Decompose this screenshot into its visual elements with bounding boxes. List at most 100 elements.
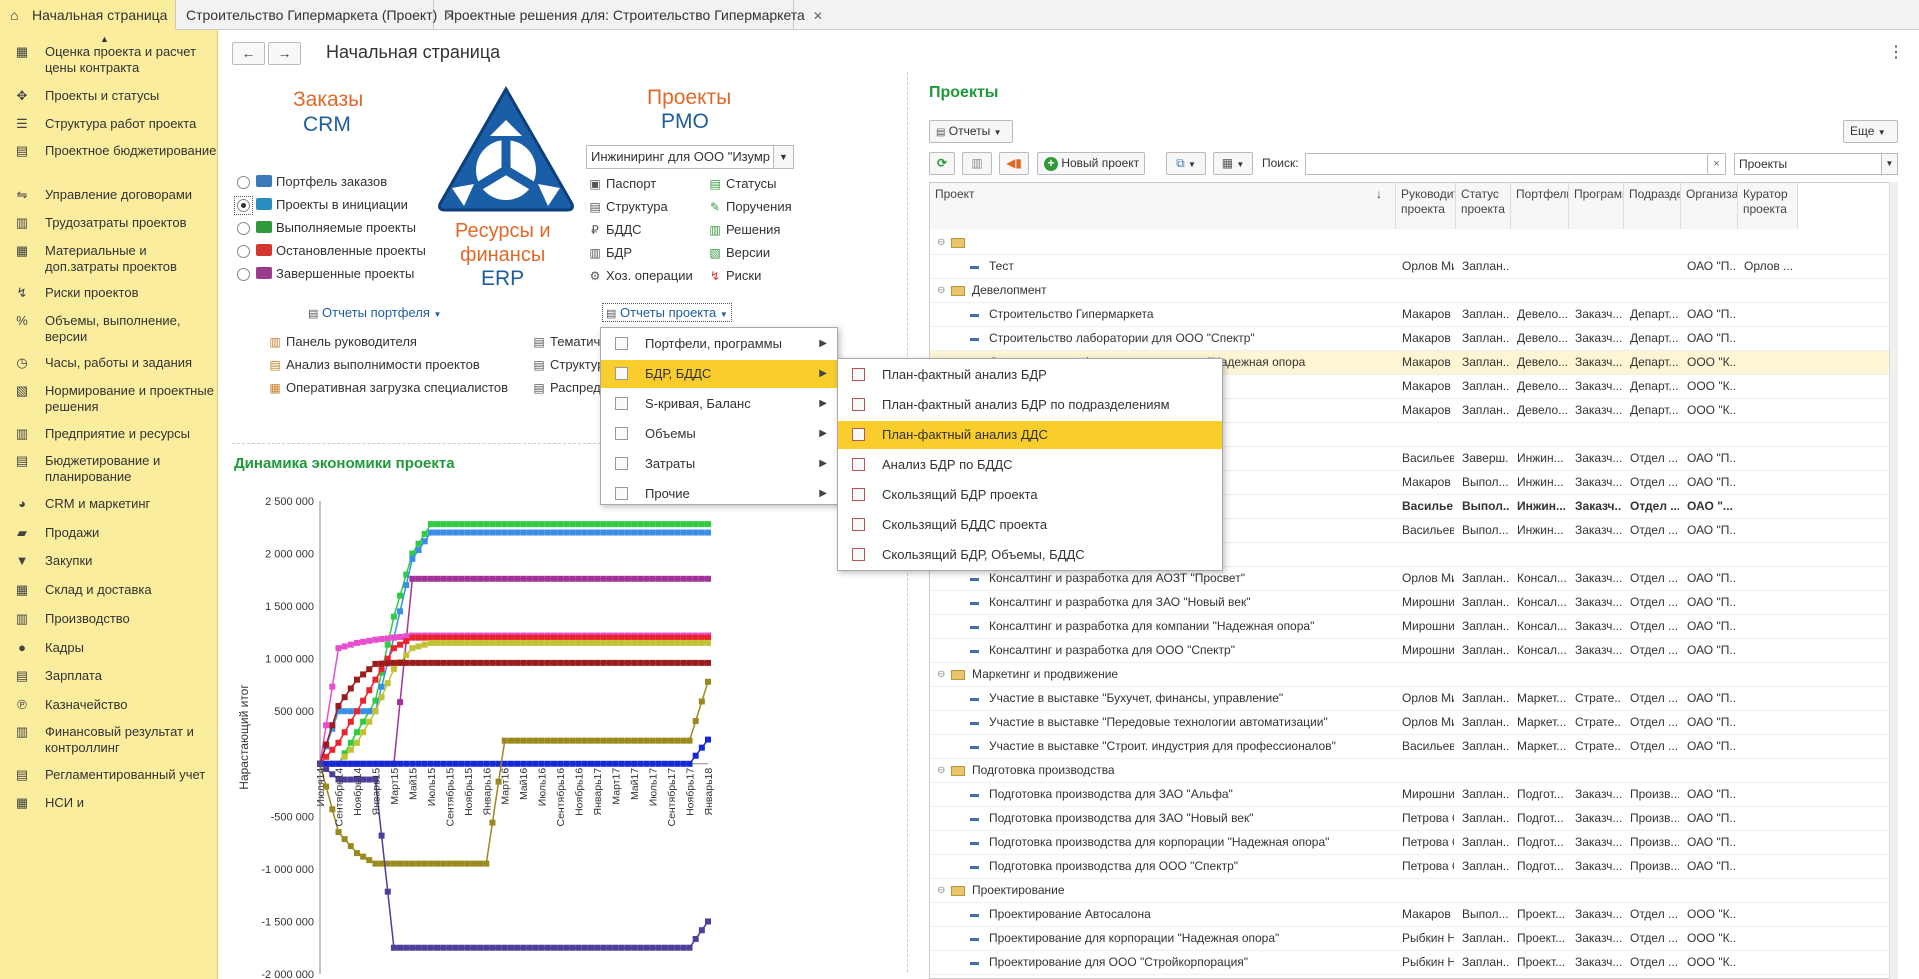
- chevron-down-icon[interactable]: ▼: [1882, 153, 1898, 175]
- table-row[interactable]: Подготовка производства для ЗАО "Новый в…: [930, 807, 1897, 831]
- column-header[interactable]: Портфель: [1511, 183, 1569, 229]
- sidebar-item-17[interactable]: ▦ Склад и доставка: [0, 582, 217, 598]
- sidebar-item-3[interactable]: ☰ Структура работ проекта: [0, 116, 217, 132]
- table-row[interactable]: Проектирование для ООО "Стройкорпорация"…: [930, 951, 1897, 975]
- sidebar-item-9[interactable]: % Объемы, выполнение, версии: [0, 313, 217, 345]
- table-row[interactable]: Подготовка производства для ООО "Спектр"…: [930, 855, 1897, 879]
- copy-icon[interactable]: ⧉ ▼: [1166, 152, 1206, 175]
- sidebar-item-18[interactable]: ▥ Производство: [0, 611, 217, 627]
- tab-project-solutions[interactable]: Проектные решения для: Строительство Гип…: [434, 0, 823, 30]
- forward-button[interactable]: →: [268, 42, 301, 65]
- sidebar-item-7[interactable]: ▦ Материальные и доп.затраты проектов: [0, 243, 217, 275]
- more-actions-button[interactable]: Еще ▼: [1843, 120, 1898, 143]
- portfolio-radio-label[interactable]: Остановленные проекты: [256, 243, 426, 258]
- project-link[interactable]: ▥ БДР: [588, 245, 632, 260]
- group-row[interactable]: ⊖ Девелопмент: [930, 279, 1897, 303]
- table-row[interactable]: Подготовка производства для ЗАО "Альфа" М…: [930, 783, 1897, 807]
- table-scrollbar[interactable]: [1889, 182, 1898, 979]
- project-link[interactable]: ⚙ Хоз. операции: [588, 268, 693, 283]
- chevron-down-icon[interactable]: ▼: [774, 145, 794, 169]
- column-header[interactable]: Проект: [930, 183, 1396, 229]
- submenu-item[interactable]: Скользящий БДР проекта: [838, 481, 1222, 509]
- portfolio-radio-label[interactable]: Выполняемые проекты: [256, 220, 416, 235]
- sidebar-item-2[interactable]: ✥ Проекты и статусы: [0, 88, 217, 104]
- menu-item[interactable]: Портфели, программы ▶: [601, 330, 837, 358]
- menu-item[interactable]: S-кривая, Баланс ▶: [601, 390, 837, 418]
- close-icon[interactable]: ✕: [813, 9, 823, 23]
- sidebar-item-1[interactable]: ▦ Оценка проекта и расчет цены контракта: [0, 44, 217, 76]
- portfolio-radio-label[interactable]: Проекты в инициации: [256, 197, 408, 212]
- menu-item[interactable]: БДР, БДДС ▶: [601, 360, 837, 388]
- search-input[interactable]: [1305, 153, 1708, 175]
- submenu-item[interactable]: План-фактный анализ ДДС: [838, 421, 1222, 449]
- project-link[interactable]: ✎ Поручения: [708, 199, 792, 214]
- group-row[interactable]: ⊖ Подготовка производства: [930, 759, 1897, 783]
- table-row[interactable]: Участие в выставке "Строит. индустрия дл…: [930, 735, 1897, 759]
- menu-item[interactable]: Объемы ▶: [601, 420, 837, 448]
- table-row[interactable]: Тест Орлов Миха... Заплан... ОАО "П... Орлов…: [930, 255, 1897, 279]
- sidebar-item-19[interactable]: ● Кадры: [0, 640, 217, 656]
- column-header[interactable]: Подразделение: [1624, 183, 1681, 229]
- project-link[interactable]: ▤ Статусы: [708, 176, 776, 191]
- more-icon[interactable]: ⋮: [1888, 42, 1904, 62]
- portfolio-radio-label[interactable]: Портфель заказов: [256, 174, 387, 189]
- radio-button[interactable]: [237, 222, 250, 235]
- project-link[interactable]: ↯ Риски: [708, 268, 761, 283]
- sidebar-item-13[interactable]: ▤ Бюджетирование и планирование: [0, 453, 217, 485]
- project-link[interactable]: ▥ Решения: [708, 222, 780, 237]
- radio-button[interactable]: [237, 245, 250, 258]
- list-view-icon[interactable]: ▥: [962, 152, 992, 175]
- project-link[interactable]: ▧ Версии: [708, 245, 770, 260]
- project-link[interactable]: ▣ Паспорт: [588, 176, 656, 191]
- column-header[interactable]: Организация: [1681, 183, 1738, 229]
- project-report-link[interactable]: ▤ Тематич: [532, 334, 600, 349]
- column-header[interactable]: Руководитель проекта: [1396, 183, 1456, 229]
- menu-item[interactable]: Прочие ▶: [601, 480, 837, 508]
- scroll-up-icon[interactable]: ▲: [100, 34, 109, 44]
- portfolio-link[interactable]: ▤ Анализ выполнимости проектов: [268, 357, 479, 372]
- portfolio-link[interactable]: ▥ Панель руководителя: [268, 334, 417, 349]
- table-row[interactable]: Подготовка производства для корпорации "…: [930, 831, 1897, 855]
- table-row[interactable]: Проектирование Автосалона Макаров Ал... Вы…: [930, 903, 1897, 927]
- sidebar-item-15[interactable]: ▰ Продажи: [0, 525, 217, 541]
- group-row[interactable]: ⊖: [930, 231, 1897, 255]
- collapse-icon[interactable]: ⊖: [937, 279, 945, 302]
- columns-icon[interactable]: ▦ ▼: [1213, 152, 1253, 175]
- project-report-link[interactable]: ▤ Структур: [532, 357, 604, 372]
- portfolio-radio-label[interactable]: Завершенные проекты: [256, 266, 414, 281]
- submenu-item[interactable]: Скользящий БДР, Объемы, БДДС: [838, 541, 1222, 569]
- table-row[interactable]: Строительство лаборатории для ООО "Спект…: [930, 327, 1897, 351]
- tab-home[interactable]: ⌂ Начальная страница: [0, 0, 176, 30]
- radio-button[interactable]: [237, 268, 250, 281]
- submenu-item[interactable]: План-фактный анализ БДР: [838, 361, 1222, 389]
- sidebar-item-10[interactable]: ◷ Часы, работы и задания: [0, 355, 217, 371]
- table-row[interactable]: Участие в выставке "Бухучет, финансы, уп…: [930, 687, 1897, 711]
- menu-item[interactable]: Затраты ▶: [601, 450, 837, 478]
- project-link[interactable]: ₽ БДДС: [588, 222, 641, 237]
- table-row[interactable]: Консалтинг и разработка для ООО "Спектр"…: [930, 639, 1897, 663]
- project-reports-button[interactable]: ▤ Отчеты проекта ▼: [602, 303, 732, 322]
- clear-search-icon[interactable]: ×: [1708, 153, 1726, 175]
- sidebar-item-5[interactable]: ⇋ Управление договорами: [0, 187, 217, 203]
- sidebar-item-12[interactable]: ▥ Предприятие и ресурсы: [0, 426, 217, 442]
- tab-project[interactable]: Строительство Гипермаркета (Проект) ✕: [176, 0, 455, 30]
- project-link[interactable]: ▤ Структура: [588, 199, 667, 214]
- portfolio-link[interactable]: ▦ Оперативная загрузка специалистов: [268, 380, 508, 395]
- column-header[interactable]: Статус проекта: [1456, 183, 1511, 229]
- column-header[interactable]: Куратор проекта: [1738, 183, 1798, 229]
- sidebar-item-14[interactable]: ◕ CRM и маркетинг: [0, 496, 217, 512]
- sidebar-item-6[interactable]: ▥ Трудозатраты проектов: [0, 215, 217, 231]
- group-row[interactable]: ⊖ Маркетинг и продвижение: [930, 663, 1897, 687]
- collapse-icon[interactable]: ⊖: [937, 663, 945, 686]
- sidebar-item-23[interactable]: ▤ Регламентированный учет: [0, 767, 217, 783]
- table-row[interactable]: Участие в выставке "Передовые технологии…: [930, 711, 1897, 735]
- refresh-icon[interactable]: ⟳: [929, 152, 955, 175]
- table-row[interactable]: Консалтинг и разработка для ЗАО "Новый в…: [930, 591, 1897, 615]
- submenu-item[interactable]: Анализ БДР по БДДС: [838, 451, 1222, 479]
- sidebar-item-21[interactable]: ℗ Казначейство: [0, 697, 217, 713]
- radio-button[interactable]: [237, 176, 250, 189]
- collapse-icon[interactable]: ⊖: [937, 879, 945, 902]
- sidebar-item-24[interactable]: ▦ НСИ и: [0, 795, 217, 811]
- collapse-icon[interactable]: ⊖: [937, 231, 945, 254]
- table-row[interactable]: Строительство Гипермаркета Макаров Ал... З…: [930, 303, 1897, 327]
